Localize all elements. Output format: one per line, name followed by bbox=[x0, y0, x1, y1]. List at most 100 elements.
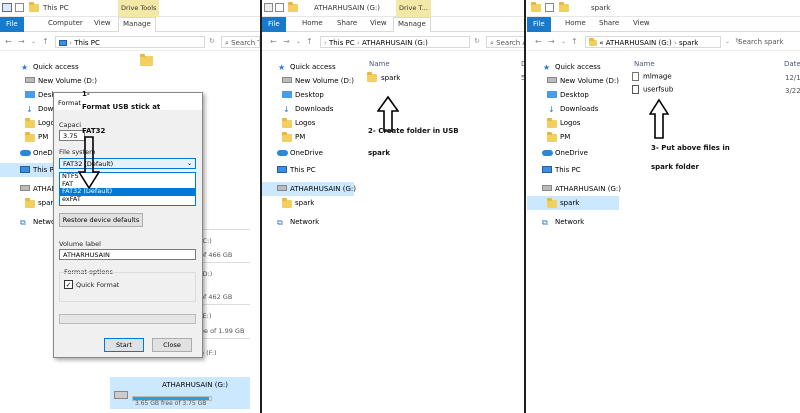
column-header-name[interactable]: Name bbox=[634, 60, 655, 68]
back-arrow-icon[interactable]: ← bbox=[270, 37, 277, 46]
annotation-step-3-text: 3- Put above files in bbox=[651, 144, 730, 152]
tab-view[interactable]: View bbox=[94, 19, 111, 27]
search-input[interactable]: ⌕ Search AT... bbox=[486, 36, 524, 48]
recent-chevron-icon[interactable]: ⌄ bbox=[31, 38, 36, 45]
sidebar-item-logos[interactable]: Logos bbox=[527, 116, 619, 130]
search-input[interactable]: ⌕ Search Th... bbox=[221, 36, 260, 48]
breadcrumb-this-pc[interactable]: This PC bbox=[329, 39, 355, 47]
tab-share[interactable]: Share bbox=[599, 19, 619, 27]
refresh-icon[interactable]: ↻ bbox=[209, 37, 215, 45]
breadcrumb-usb[interactable]: ATHARHUSAIN (G:) bbox=[606, 39, 672, 47]
address-box[interactable]: › This PC › ATHARHUSAIN (G:) bbox=[320, 36, 470, 48]
breadcrumb-usb[interactable]: ATHARHUSAIN (G:) bbox=[362, 39, 428, 47]
sidebar-item-network[interactable]: ⧉ Network bbox=[262, 215, 354, 229]
chevron-down-icon[interactable]: ⌄ bbox=[725, 38, 730, 45]
tab-home[interactable]: Home bbox=[565, 19, 586, 27]
sidebar-item-quick-access[interactable]: ★ Quick access bbox=[0, 60, 92, 74]
usb-drive-tile[interactable]: ATHARHUSAIN (G:) 3.65 GB free of 3.75 GB bbox=[110, 377, 250, 409]
folder-icon bbox=[282, 132, 292, 142]
desktop-icon bbox=[547, 91, 557, 98]
folder-icon bbox=[29, 2, 39, 12]
tab-manage[interactable]: Manage bbox=[118, 17, 156, 32]
sidebar-item-downloads[interactable]: ↓ Downloads bbox=[262, 102, 354, 116]
download-icon: ↓ bbox=[26, 105, 33, 114]
pc-icon bbox=[20, 166, 30, 173]
restore-defaults-button[interactable]: Restore device defaults bbox=[59, 213, 143, 227]
sidebar-item-pm[interactable]: PM bbox=[527, 130, 619, 144]
sidebar-item-network[interactable]: ⧉ Network bbox=[527, 215, 619, 229]
sidebar-item-onedrive[interactable]: OneDrive bbox=[262, 146, 354, 160]
forward-arrow-icon[interactable]: → bbox=[283, 37, 290, 46]
contextual-tab-drive-tools: Drive Tools bbox=[118, 0, 160, 17]
sidebar-item-pm[interactable]: PM bbox=[262, 130, 354, 144]
annotation-step-1-number: 1- bbox=[82, 90, 90, 98]
sidebar-item-new-volume[interactable]: New Volume (D:) bbox=[527, 74, 619, 88]
sidebar-item-this-pc[interactable]: This PC bbox=[262, 163, 354, 177]
settings-file-icon bbox=[632, 85, 639, 94]
sidebar-item-desktop[interactable]: Desktop bbox=[527, 88, 619, 102]
search-input[interactable]: Search spark bbox=[735, 36, 799, 48]
list-item[interactable]: userfsub bbox=[632, 85, 673, 94]
network-icon: ⧉ bbox=[542, 218, 548, 227]
back-arrow-icon[interactable]: ← bbox=[535, 37, 542, 46]
tab-file[interactable]: File bbox=[262, 17, 286, 32]
up-arrow-icon[interactable]: ↑ bbox=[306, 37, 313, 46]
sidebar-label: New Volume (D:) bbox=[38, 77, 97, 85]
column-header-date[interactable]: Date bbox=[784, 60, 800, 68]
up-arrow-icon[interactable]: ↑ bbox=[42, 37, 49, 46]
close-button[interactable]: Close bbox=[152, 338, 192, 352]
up-arrow-icon[interactable]: ↑ bbox=[571, 37, 578, 46]
breadcrumb-spark[interactable]: spark bbox=[679, 39, 698, 47]
back-arrow-icon[interactable]: ← bbox=[5, 37, 12, 46]
sidebar-item-quick-access[interactable]: ★ Quick access bbox=[262, 60, 354, 74]
sidebar-label: Logos bbox=[295, 119, 316, 127]
quick-access-toolbar-icon[interactable] bbox=[275, 3, 284, 12]
sidebar-item-desktop[interactable]: Desktop bbox=[262, 88, 354, 102]
refresh-icon[interactable]: ↻ bbox=[474, 37, 480, 45]
list-item[interactable]: spark bbox=[367, 72, 400, 82]
quick-access-toolbar-icon[interactable] bbox=[264, 3, 273, 12]
tab-share[interactable]: Share bbox=[337, 19, 357, 27]
sidebar-item-usb[interactable]: ATHARHUSAIN (G:) bbox=[527, 182, 621, 196]
tab-file[interactable]: File bbox=[527, 17, 551, 32]
volume-label-value: ATHARHUSAIN bbox=[63, 251, 110, 259]
sidebar-item-logos[interactable]: Logos bbox=[262, 116, 354, 130]
sidebar-item-onedrive[interactable]: OneDrive bbox=[527, 146, 619, 160]
sidebar-item-spark[interactable]: spark bbox=[262, 196, 354, 210]
tab-manage[interactable]: Manage bbox=[393, 17, 431, 32]
start-button[interactable]: Start bbox=[104, 338, 144, 352]
tab-file[interactable]: File bbox=[0, 17, 24, 32]
list-item[interactable]: mlmage bbox=[632, 72, 672, 81]
sidebar-label: spark bbox=[560, 199, 580, 207]
address-box[interactable]: « ATHARHUSAIN (G:) › spark bbox=[585, 36, 721, 48]
column-header-name[interactable]: Name bbox=[369, 60, 390, 68]
folder-icon bbox=[589, 38, 597, 46]
breadcrumb-overflow[interactable]: « bbox=[599, 39, 603, 47]
quick-format-checkbox[interactable]: ✓ bbox=[64, 280, 73, 289]
volume-label-input[interactable]: ATHARHUSAIN bbox=[59, 249, 196, 260]
tab-view[interactable]: View bbox=[370, 19, 387, 27]
folder-icon bbox=[282, 118, 292, 128]
quick-format-label: Quick Format bbox=[76, 281, 120, 289]
navigation-pane: ★ Quick access New Volume (D:) Desktop ↓ D… bbox=[262, 60, 356, 229]
sidebar-item-this-pc[interactable]: This PC bbox=[527, 163, 619, 177]
tab-computer[interactable]: Computer bbox=[48, 19, 83, 27]
tab-home[interactable]: Home bbox=[302, 19, 323, 27]
sidebar-item-new-volume[interactable]: New Volume (D:) bbox=[0, 74, 97, 88]
sidebar-item-downloads[interactable]: ↓ Downloads bbox=[527, 102, 619, 116]
address-box[interactable]: › This PC bbox=[55, 36, 205, 48]
recent-chevron-icon[interactable]: ⌄ bbox=[561, 38, 566, 45]
sidebar-item-spark[interactable]: spark bbox=[527, 196, 619, 210]
sidebar-label: PM bbox=[38, 133, 49, 141]
forward-arrow-icon[interactable]: → bbox=[18, 37, 25, 46]
quick-access-toolbar-icon[interactable] bbox=[15, 3, 24, 12]
sidebar-item-new-volume[interactable]: New Volume (D:) bbox=[262, 74, 354, 88]
search-icon: ⌕ bbox=[490, 39, 494, 47]
sidebar-item-usb[interactable]: ATHARHUSAIN (G:) bbox=[262, 182, 356, 196]
sidebar-item-quick-access[interactable]: ★ Quick access bbox=[527, 60, 619, 74]
tab-view[interactable]: View bbox=[633, 19, 650, 27]
recent-chevron-icon[interactable]: ⌄ bbox=[296, 38, 301, 45]
quick-access-toolbar-icon[interactable] bbox=[545, 3, 554, 12]
forward-arrow-icon[interactable]: → bbox=[548, 37, 555, 46]
option-exfat[interactable]: exFAT bbox=[60, 195, 195, 204]
